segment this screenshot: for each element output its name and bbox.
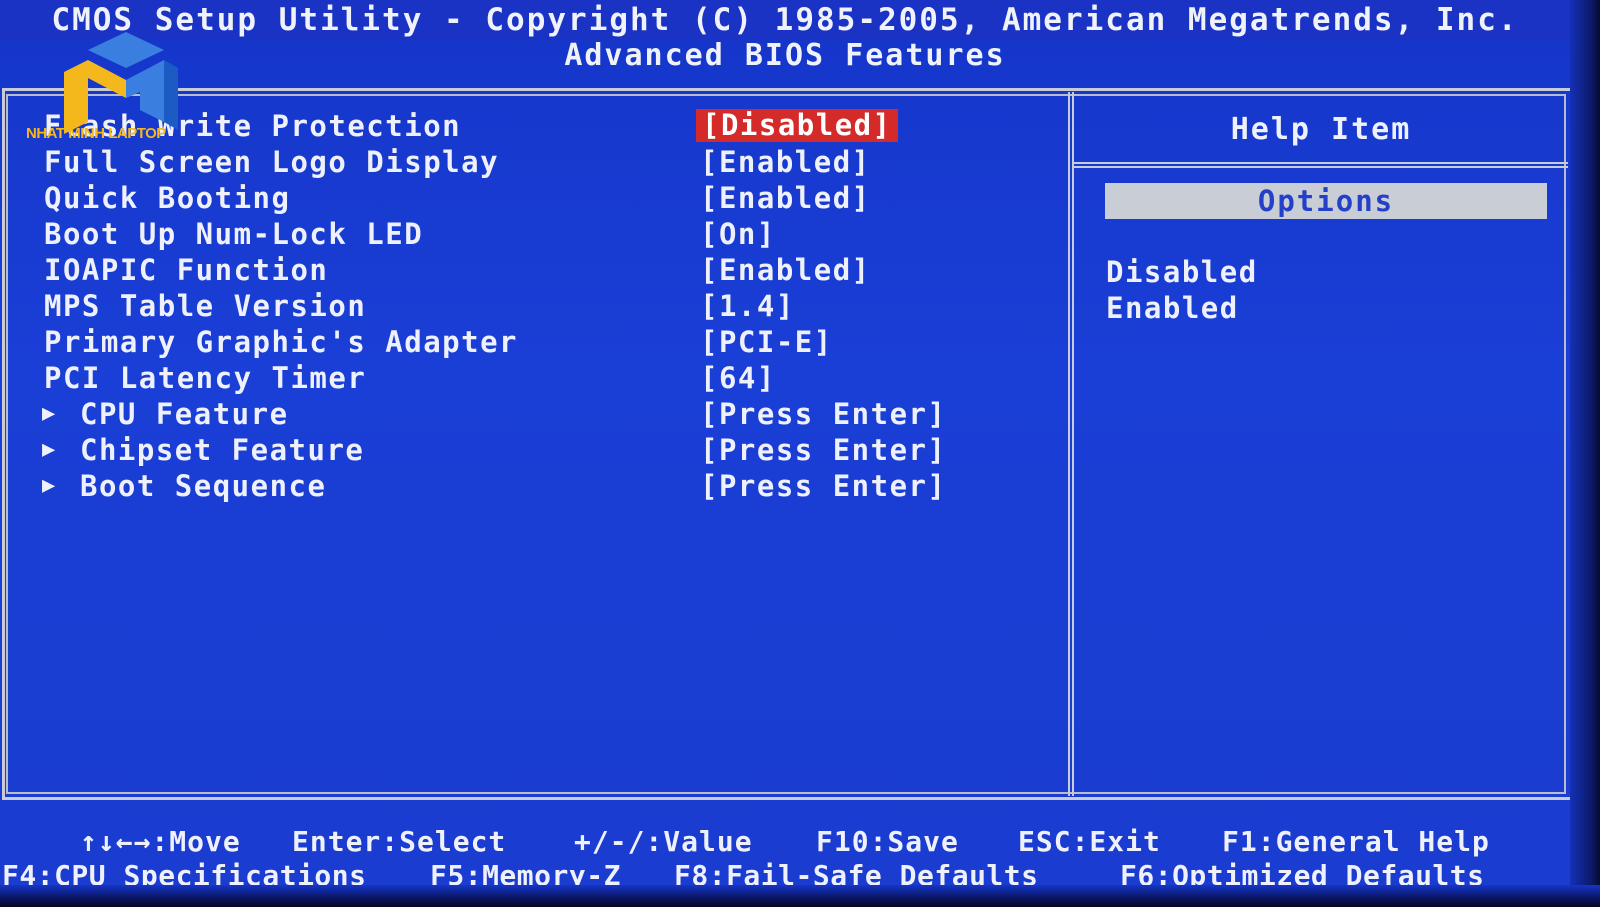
monitor-bezel-bottom <box>0 885 1600 907</box>
submenu-arrow-icon: ▶ <box>42 401 57 426</box>
setting-value[interactable]: [Enabled] <box>700 180 871 216</box>
setting-label: MPS Table Version <box>44 289 367 323</box>
submenu-arrow-icon: ▶ <box>42 437 57 462</box>
setting-row-primary-graphics[interactable]: Primary Graphic's Adapter [PCI-E] <box>40 324 1050 360</box>
help-options-list: Disabled Enabled <box>1106 254 1258 326</box>
setting-label: Primary Graphic's Adapter <box>44 325 518 359</box>
setting-value[interactable]: [Enabled] <box>700 252 871 288</box>
settings-list: Flash Write Protection [Disabled] Full S… <box>40 108 1050 504</box>
setting-value[interactable]: [Press Enter] <box>700 396 946 432</box>
submenu-arrow-icon: ▶ <box>42 473 57 498</box>
monitor-bezel-right <box>1570 0 1600 907</box>
setting-value[interactable]: [Enabled] <box>700 144 871 180</box>
setting-row-numlock-led[interactable]: Boot Up Num-Lock LED [On] <box>40 216 1050 252</box>
options-header: Options <box>1105 183 1547 219</box>
key-hint-exit: ESC:Exit <box>1018 825 1161 858</box>
key-legend-row-1: ↑↓←→:Move Enter:Select +/-/:Value F10:Sa… <box>0 824 1570 860</box>
option-item[interactable]: Disabled <box>1106 254 1258 290</box>
setting-value-selected[interactable]: [Disabled] <box>696 109 898 142</box>
help-panel-title: Help Item <box>1230 112 1412 147</box>
setting-value[interactable]: [1.4] <box>700 288 795 324</box>
submenu-row-cpu-feature[interactable]: ▶ CPU Feature [Press Enter] <box>40 396 1050 432</box>
bios-title: CMOS Setup Utility - Copyright (C) 1985-… <box>0 0 1570 40</box>
setting-label: PCI Latency Timer <box>44 361 367 395</box>
setting-value[interactable]: [PCI-E] <box>700 324 833 360</box>
setting-label: IOAPIC Function <box>44 253 329 287</box>
key-hint-move: ↑↓←→:Move <box>80 825 241 858</box>
setting-row-ioapic[interactable]: IOAPIC Function [Enabled] <box>40 252 1050 288</box>
submenu-row-boot-sequence[interactable]: ▶ Boot Sequence [Press Enter] <box>40 468 1050 504</box>
setting-label: Boot Up Num-Lock LED <box>44 217 424 251</box>
option-item[interactable]: Enabled <box>1106 290 1258 326</box>
setting-row-quick-booting[interactable]: Quick Booting [Enabled] <box>40 180 1050 216</box>
key-hint-select: Enter:Select <box>292 825 507 858</box>
setting-label: Boot Sequence <box>80 469 327 503</box>
setting-value[interactable]: [Press Enter] <box>700 432 946 468</box>
setting-value[interactable]: [On] <box>700 216 776 252</box>
setting-row-mps-table[interactable]: MPS Table Version [1.4] <box>40 288 1050 324</box>
bios-screen: CMOS Setup Utility - Copyright (C) 1985-… <box>0 0 1600 907</box>
setting-value[interactable]: [Press Enter] <box>700 468 946 504</box>
key-hint-help: F1:General Help <box>1222 825 1490 858</box>
setting-row-pci-latency[interactable]: PCI Latency Timer [64] <box>40 360 1050 396</box>
help-title-separator <box>1074 162 1568 168</box>
page-title: Advanced BIOS Features <box>564 38 1006 73</box>
submenu-row-chipset-feature[interactable]: ▶ Chipset Feature [Press Enter] <box>40 432 1050 468</box>
key-hint-save: F10:Save <box>816 825 959 858</box>
setting-label: CPU Feature <box>80 397 289 431</box>
setting-value[interactable]: [64] <box>700 360 776 396</box>
setting-label: Chipset Feature <box>80 433 365 467</box>
setting-label: Quick Booting <box>44 181 291 215</box>
panel-divider <box>1068 92 1074 796</box>
watermark-text: NHAT MINH LAPTOP <box>26 125 166 142</box>
key-hint-value: +/-/:Value <box>574 825 753 858</box>
